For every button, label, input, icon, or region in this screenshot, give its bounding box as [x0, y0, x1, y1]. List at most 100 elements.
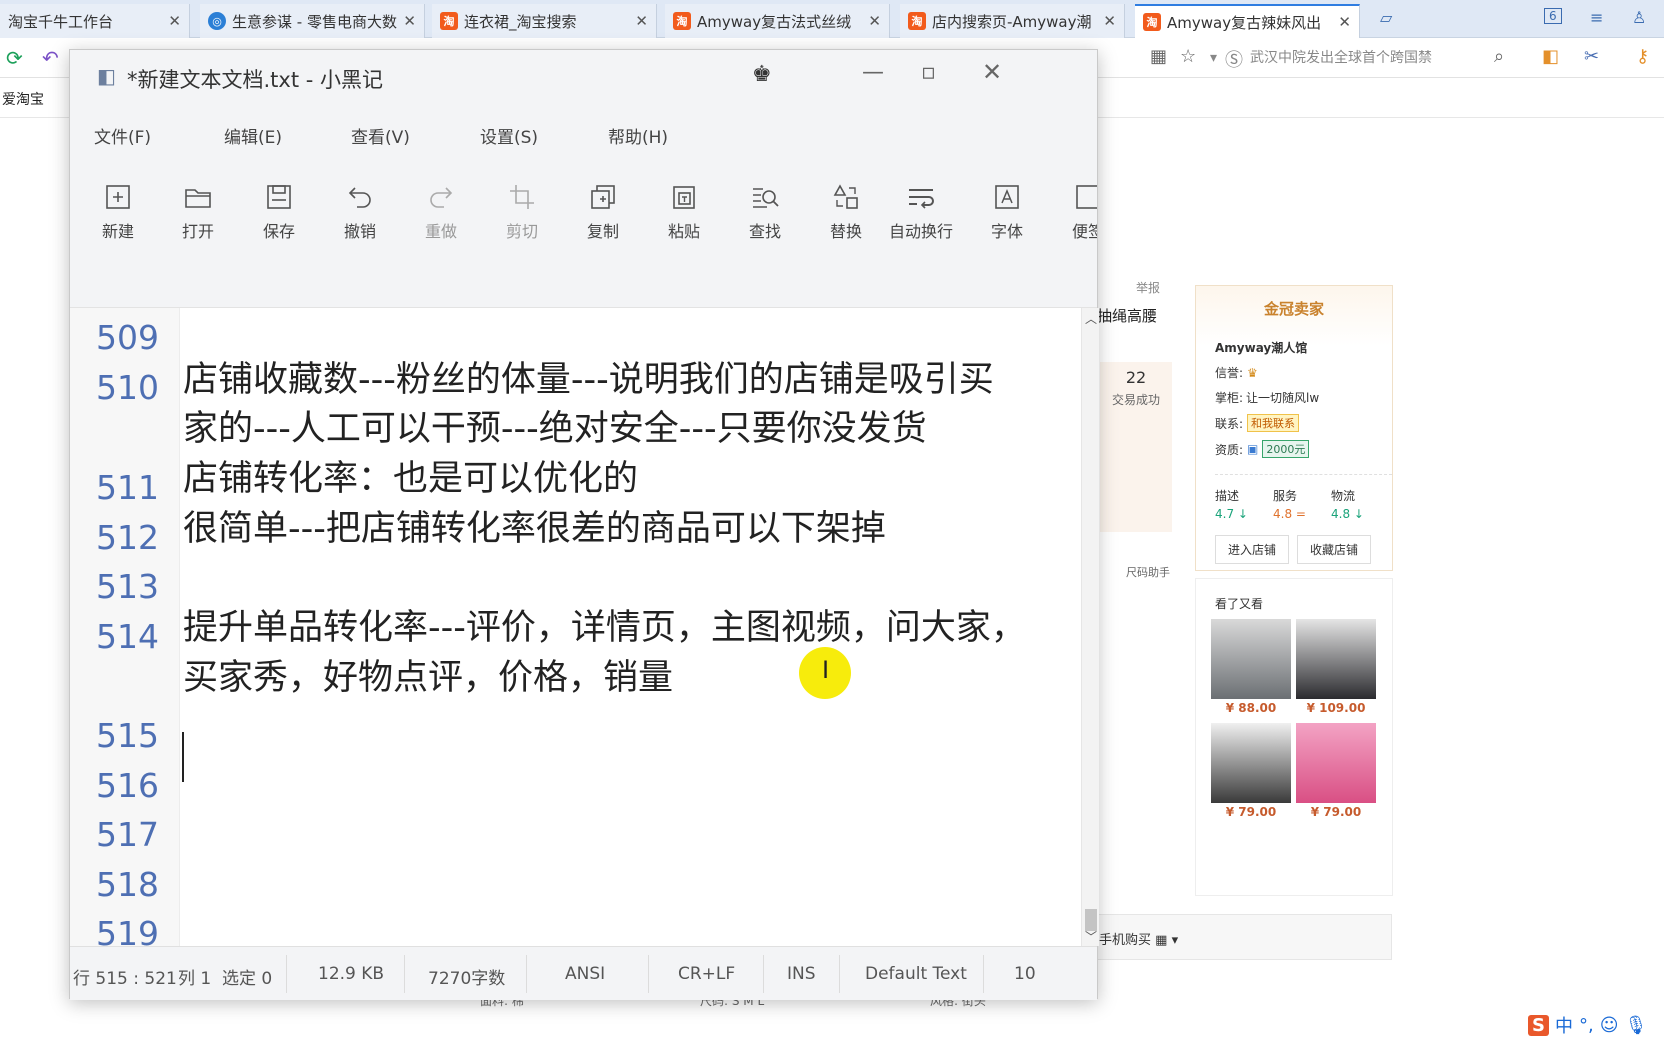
tab-label: Amyway复古法式丝绒: [697, 12, 852, 31]
emoji-icon[interactable]: ☺: [1600, 1015, 1619, 1036]
search-icon[interactable]: ⌕: [1494, 46, 1504, 67]
close-icon[interactable]: ✕: [168, 12, 181, 30]
scroll-up-icon[interactable]: ︿: [1085, 310, 1097, 327]
product-thumb[interactable]: ¥ 88.00: [1211, 619, 1291, 715]
line-number: 518: [96, 865, 159, 904]
notepad-app-icon: ◧: [97, 64, 116, 88]
deposit-badge[interactable]: 2000元: [1262, 440, 1310, 458]
screenshot-icon[interactable]: ◧: [1542, 46, 1559, 67]
text-line: 很简单---把店铺转化率很差的商品可以下架掉: [183, 509, 886, 549]
menu-edit[interactable]: 编辑(E): [224, 123, 282, 148]
text-editor[interactable]: 509 510 511 512 513 514 515 516 517 518 …: [70, 308, 1081, 946]
refresh-icon[interactable]: ⟳: [6, 46, 23, 70]
qrcode-icon[interactable]: ▦: [1150, 46, 1167, 67]
line-number: 509: [96, 318, 159, 357]
minimize-icon[interactable]: —: [862, 60, 884, 85]
find-button[interactable]: 查找: [731, 182, 799, 242]
close-icon[interactable]: ✕: [868, 12, 881, 30]
product-image[interactable]: [1296, 723, 1376, 803]
size-helper-link[interactable]: 尺码助手: [1126, 564, 1170, 580]
status-line-ending[interactable]: CR+LF: [678, 964, 735, 984]
browser-tab-active[interactable]: 淘 Amyway复古辣妹风出 ✕: [1135, 4, 1360, 38]
close-icon[interactable]: ✕: [982, 58, 1002, 86]
paste-button[interactable]: 粘贴: [650, 182, 718, 242]
open-button[interactable]: 打开: [164, 182, 232, 242]
font-button[interactable]: 字体: [973, 182, 1041, 242]
browser-tab[interactable]: 淘 店内搜索页-Amyway潮 ✕: [900, 4, 1125, 38]
microphone-icon[interactable]: 🎙: [1624, 1015, 1647, 1036]
skin-icon[interactable]: ♙: [1632, 8, 1646, 27]
keeper-name[interactable]: 让一切随风lw: [1246, 389, 1319, 406]
favorite-shop-button[interactable]: 收藏店铺: [1297, 535, 1372, 564]
browser-tab[interactable]: ◎ 生意参谋 - 零售电商大数 ✕: [200, 4, 425, 38]
replace-button[interactable]: 替换: [812, 182, 880, 242]
note-button[interactable]: 便签: [1054, 182, 1097, 242]
sogou-logo-icon[interactable]: S: [1528, 1014, 1549, 1036]
contact-seller-button[interactable]: 和我联系: [1247, 414, 1300, 432]
enter-shop-button[interactable]: 进入店铺: [1215, 535, 1290, 564]
scroll-down-icon[interactable]: ﹀: [1085, 928, 1097, 945]
menu-view[interactable]: 查看(V): [351, 123, 410, 148]
qual-label: 资质:: [1215, 442, 1244, 457]
new-tab-icon[interactable]: ▱: [1380, 8, 1392, 27]
punctuation-icon[interactable]: °,: [1579, 1015, 1594, 1036]
bookmark-item[interactable]: 爱淘宝: [2, 89, 44, 109]
star-icon[interactable]: ☆: [1180, 46, 1196, 67]
redo-button[interactable]: 重做: [407, 182, 475, 242]
close-icon[interactable]: ✕: [1338, 13, 1351, 31]
browser-tab[interactable]: 淘 连衣裙_淘宝搜索 ✕: [432, 4, 657, 38]
maximize-icon[interactable]: ▫: [921, 60, 936, 85]
notepad-titlebar[interactable]: ◧ *新建文本文档.txt - 小黑记 ♚ — ▫ ✕: [70, 50, 1097, 108]
product-image[interactable]: [1296, 619, 1376, 699]
menu-help[interactable]: 帮助(H): [608, 123, 668, 148]
product-thumb[interactable]: ¥ 79.00: [1211, 723, 1291, 819]
line-number: 510: [96, 368, 159, 407]
status-syntax[interactable]: Default Text: [865, 964, 967, 984]
menu-settings[interactable]: 设置(S): [480, 123, 538, 148]
product-image[interactable]: [1211, 723, 1291, 803]
report-link[interactable]: 举报: [1136, 279, 1160, 296]
score-label: 服务: [1273, 489, 1298, 503]
also-viewed-grid: ¥ 88.00 ¥ 109.00 ¥ 79.00 ¥ 79.00: [1211, 619, 1381, 819]
ime-mode[interactable]: 中: [1555, 1012, 1573, 1038]
text-line: 提升单品转化率---评价，详情页，主图视频，问大家，: [183, 608, 1026, 648]
skin-icon[interactable]: ♚: [752, 62, 772, 87]
search-input[interactable]: 武汉中院发出全球首个跨国禁: [1250, 44, 1520, 72]
seller-keeper-row: 掌柜: 让一切随风lw: [1215, 389, 1392, 406]
toolbar: 新建 打开 保存 撤销 重做 剪切 复制 粘贴 查找 替换 自动换行 字体 便: [70, 160, 1097, 308]
copy-button[interactable]: 复制: [569, 182, 637, 242]
status-encoding[interactable]: ANSI: [565, 964, 605, 984]
sycm-icon: ◎: [208, 12, 226, 30]
undo-close-icon[interactable]: ↶: [42, 46, 59, 70]
mobile-buy-bar[interactable]: 手机购买 ▦ ▾: [1092, 914, 1392, 960]
new-button[interactable]: 新建: [84, 182, 152, 242]
product-image[interactable]: [1211, 619, 1291, 699]
tool-label: 撤销: [343, 222, 376, 241]
word-wrap-button[interactable]: 自动换行: [878, 182, 964, 242]
status-divider: [648, 955, 649, 993]
product-thumb[interactable]: ¥ 79.00: [1296, 723, 1376, 819]
undo-button[interactable]: 撤销: [326, 182, 394, 242]
product-thumb[interactable]: ¥ 109.00: [1296, 619, 1376, 715]
license-icon[interactable]: ▣: [1247, 442, 1258, 456]
text-line: 店铺收藏数---粉丝的体量---说明我们的店铺是吸引买: [183, 360, 994, 400]
chevron-down-icon[interactable]: ▾: [1210, 50, 1217, 66]
close-icon[interactable]: ✕: [635, 12, 648, 30]
search-engine-icon[interactable]: Ⓢ: [1225, 46, 1243, 72]
vertical-scrollbar[interactable]: ︿ ﹀: [1081, 308, 1099, 946]
menu-icon[interactable]: ≡: [1590, 8, 1603, 27]
key-icon[interactable]: ⚷: [1636, 46, 1649, 67]
status-selection: 选定 0: [222, 969, 273, 989]
tab-count-badge[interactable]: 6: [1544, 8, 1562, 24]
close-icon[interactable]: ✕: [1103, 12, 1116, 30]
tool-label: 自动换行: [888, 222, 953, 241]
menu-file[interactable]: 文件(F): [94, 123, 151, 148]
cut-tool-icon[interactable]: ✂: [1584, 46, 1599, 67]
close-icon[interactable]: ✕: [403, 12, 416, 30]
seller-name[interactable]: Amyway潮人馆: [1215, 339, 1392, 356]
cut-button[interactable]: 剪切: [488, 182, 556, 242]
browser-tab[interactable]: 淘 Amyway复古法式丝绒 ✕: [665, 4, 890, 38]
status-insert-mode[interactable]: INS: [787, 964, 816, 984]
save-button[interactable]: 保存: [245, 182, 313, 242]
browser-tab[interactable]: 淘宝千牛工作台 ✕: [0, 4, 190, 38]
